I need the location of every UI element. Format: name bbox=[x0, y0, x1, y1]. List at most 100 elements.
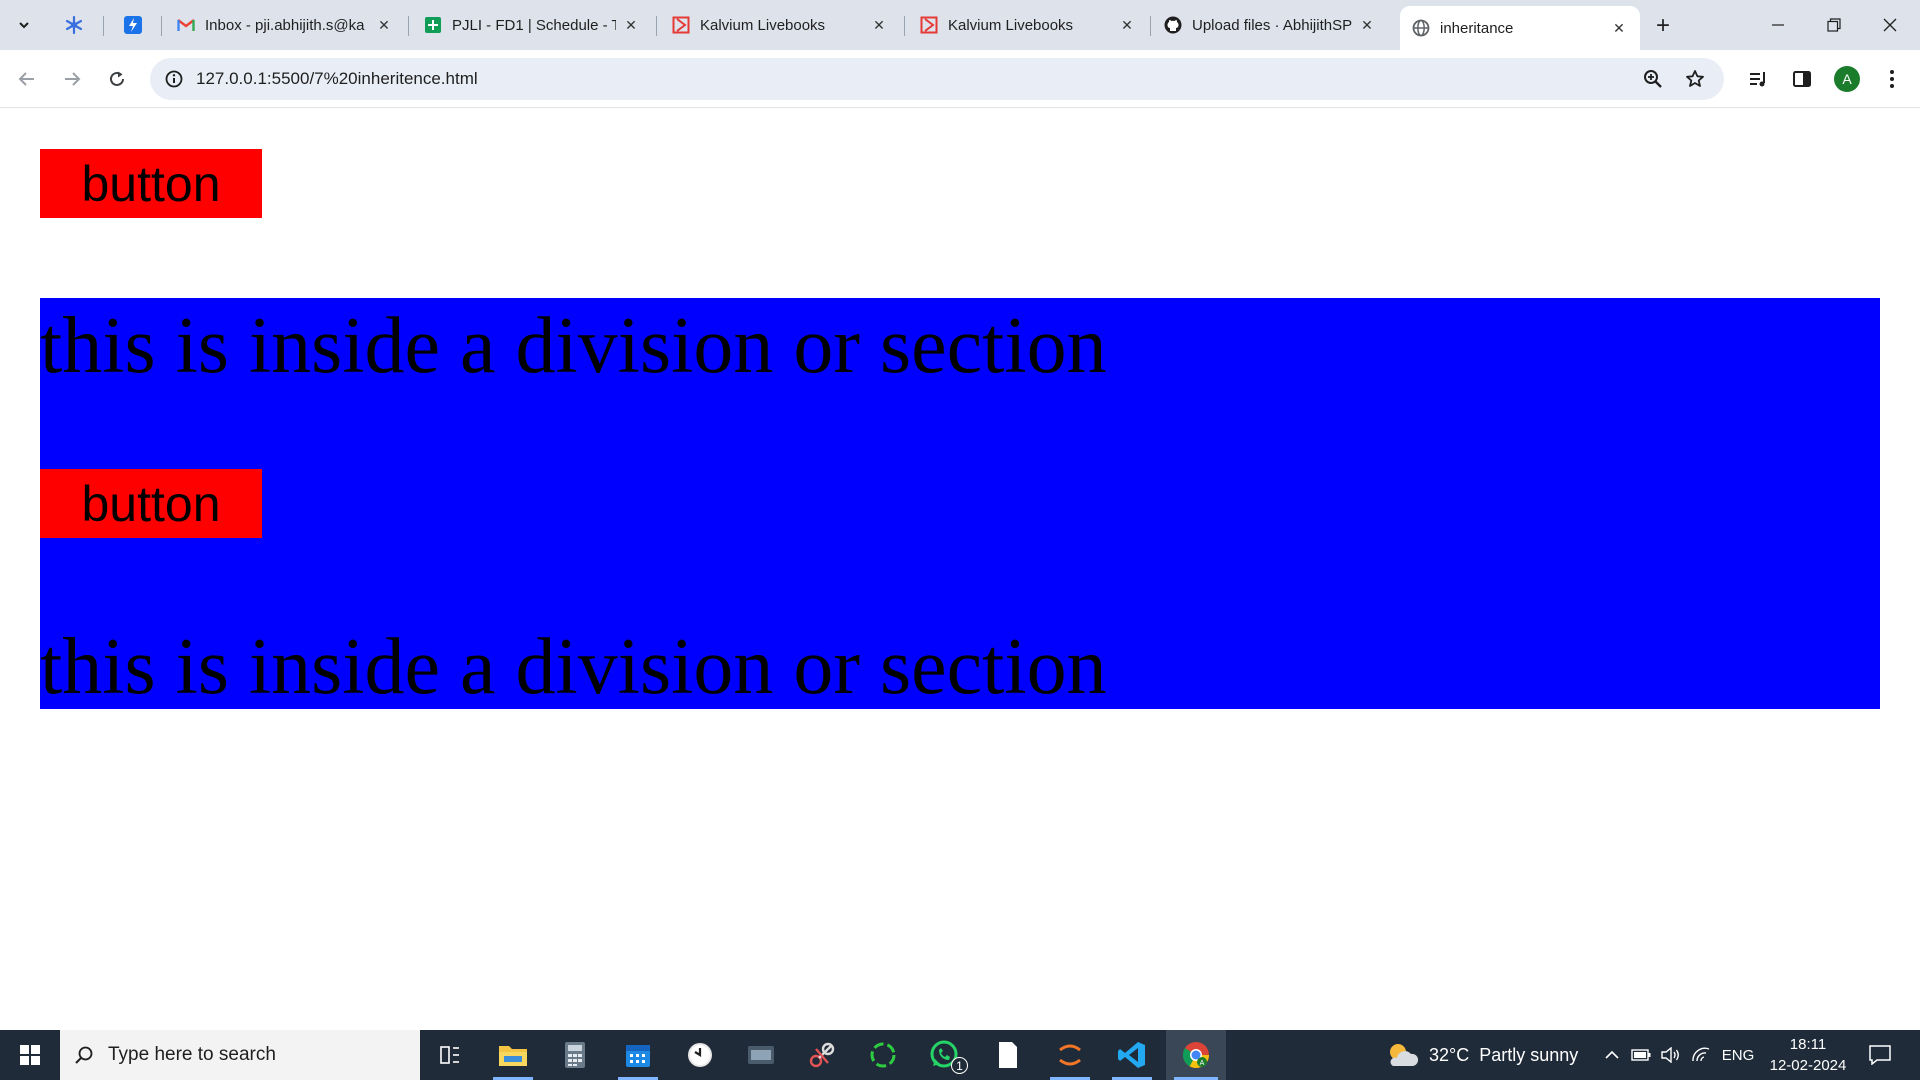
more-vert-icon bbox=[1890, 70, 1894, 88]
side-panel-icon bbox=[1793, 71, 1811, 87]
calendar-icon bbox=[626, 1045, 650, 1067]
start-button[interactable] bbox=[0, 1030, 60, 1080]
taskbar-clock[interactable]: 18:11 12-02-2024 bbox=[1760, 1034, 1856, 1076]
keyboard-app[interactable] bbox=[733, 1030, 789, 1080]
refresh-app[interactable] bbox=[855, 1030, 911, 1080]
jupyter-app[interactable] bbox=[1042, 1030, 1098, 1080]
pinned-tab-bolt[interactable] bbox=[117, 10, 149, 40]
weather-temp: 32°C bbox=[1429, 1044, 1470, 1065]
network-button[interactable] bbox=[1688, 1030, 1714, 1080]
gmail-icon bbox=[177, 16, 195, 34]
close-icon[interactable]: ✕ bbox=[1118, 16, 1136, 34]
taskbar-search-box[interactable]: Type here to search bbox=[60, 1030, 420, 1080]
tab-kalvium-2[interactable]: Kalvium Livebooks ✕ bbox=[908, 8, 1148, 42]
tab-search-button[interactable] bbox=[9, 10, 39, 40]
notepad-app[interactable] bbox=[980, 1030, 1036, 1080]
minimize-button[interactable] bbox=[1750, 0, 1806, 50]
address-bar[interactable]: 127.0.0.1:5500/7%20inheritence.html bbox=[150, 58, 1724, 100]
vscode-icon bbox=[1118, 1042, 1145, 1068]
tab-inheritance-active[interactable]: inheritance ✕ bbox=[1400, 6, 1640, 50]
notification-badge: 1 bbox=[951, 1057, 968, 1074]
chevron-up-icon bbox=[1605, 1050, 1619, 1059]
tab-kalvium-1[interactable]: Kalvium Livebooks ✕ bbox=[660, 8, 900, 42]
tab-title: Kalvium Livebooks bbox=[700, 16, 826, 34]
chrome-icon: A bbox=[1182, 1042, 1210, 1069]
wifi-icon bbox=[1692, 1047, 1710, 1062]
tab-gmail[interactable]: Inbox - pji.abhijith.s@ka ✕ bbox=[165, 8, 405, 42]
tab-title: Inbox - pji.abhijith.s@ka bbox=[205, 16, 365, 34]
folder-icon bbox=[499, 1046, 527, 1066]
reload-button[interactable] bbox=[101, 63, 133, 95]
volume-button[interactable] bbox=[1658, 1030, 1684, 1080]
jupyter-icon bbox=[1059, 1044, 1081, 1066]
search-placeholder: Type here to search bbox=[108, 1044, 276, 1065]
url-text[interactable]: 127.0.0.1:5500/7%20inheritence.html bbox=[196, 69, 478, 89]
back-button[interactable] bbox=[11, 63, 43, 95]
snowflake-icon bbox=[65, 15, 83, 35]
close-icon[interactable]: ✕ bbox=[1358, 16, 1376, 34]
show-hidden-icons-button[interactable] bbox=[1600, 1030, 1624, 1080]
notifications-button[interactable] bbox=[1862, 1030, 1898, 1080]
arrow-right-icon bbox=[65, 72, 81, 86]
notification-icon bbox=[1869, 1045, 1891, 1065]
media-controls-button[interactable] bbox=[1742, 63, 1774, 95]
tab-title: Kalvium Livebooks bbox=[948, 16, 1074, 34]
bookmark-star-icon[interactable] bbox=[1682, 66, 1708, 92]
task-view-button[interactable] bbox=[422, 1030, 478, 1080]
battery-button[interactable] bbox=[1628, 1030, 1654, 1080]
close-icon[interactable]: ✕ bbox=[375, 16, 393, 34]
section-paragraph-1: this is inside a division or section bbox=[40, 302, 1107, 390]
tab-strip: Inbox - pji.abhijith.s@ka ✕ PJLI - FD1 |… bbox=[0, 0, 1920, 50]
site-info-icon[interactable] bbox=[162, 67, 186, 91]
scissors-icon bbox=[809, 1042, 835, 1068]
github-icon bbox=[1164, 16, 1182, 34]
restore-button[interactable] bbox=[1806, 0, 1862, 50]
calculator-app[interactable] bbox=[547, 1030, 603, 1080]
section-paragraph-2: this is inside a division or section bbox=[40, 623, 1107, 711]
tab-sheets[interactable]: PJLI - FD1 | Schedule - T ✕ bbox=[412, 8, 652, 42]
file-explorer-app[interactable] bbox=[485, 1030, 541, 1080]
new-tab-button[interactable]: + bbox=[1648, 11, 1678, 41]
minimize-icon bbox=[1772, 24, 1784, 26]
close-icon[interactable]: ✕ bbox=[622, 16, 640, 34]
arrow-left-icon bbox=[18, 72, 34, 86]
weather-widget[interactable]: 32°C Partly sunny bbox=[1385, 1030, 1578, 1080]
tab-title: inheritance bbox=[1440, 19, 1514, 37]
section-button[interactable]: button bbox=[40, 469, 262, 538]
svg-text:A: A bbox=[1200, 1060, 1205, 1067]
calendar-app[interactable] bbox=[610, 1030, 666, 1080]
zoom-icon[interactable] bbox=[1640, 66, 1666, 92]
clock-time: 18:11 bbox=[1789, 1036, 1827, 1053]
reload-icon bbox=[110, 71, 124, 86]
document-icon bbox=[999, 1042, 1017, 1068]
tab-github[interactable]: Upload files · AbhijithSP ✕ bbox=[1152, 8, 1388, 42]
section-division: this is inside a division or section but… bbox=[40, 298, 1880, 709]
close-icon[interactable]: ✕ bbox=[870, 16, 888, 34]
close-icon[interactable]: ✕ bbox=[1610, 19, 1628, 37]
partly-sunny-icon bbox=[1390, 1044, 1419, 1066]
snipping-tool-app[interactable] bbox=[794, 1030, 850, 1080]
language-indicator[interactable]: ENG bbox=[1718, 1030, 1758, 1080]
page-viewport: button this is inside a division or sect… bbox=[0, 109, 1920, 1030]
battery-icon bbox=[1631, 1049, 1651, 1061]
whatsapp-app[interactable]: 1 bbox=[917, 1030, 973, 1080]
plus-icon: + bbox=[1655, 12, 1670, 39]
taskbar: Type here to search 1 A 32°C Partly sunn… bbox=[0, 1030, 1920, 1080]
chrome-app[interactable]: A bbox=[1166, 1030, 1226, 1080]
globe-icon bbox=[1412, 19, 1430, 37]
kalvium-icon bbox=[672, 16, 690, 34]
clock-app[interactable] bbox=[672, 1030, 728, 1080]
profile-avatar[interactable]: A bbox=[1834, 66, 1860, 92]
menu-button[interactable] bbox=[1876, 63, 1908, 95]
side-panel-button[interactable] bbox=[1786, 63, 1818, 95]
forward-button[interactable] bbox=[56, 63, 88, 95]
windows-logo-icon bbox=[20, 1045, 40, 1065]
pinned-tab-extension[interactable] bbox=[58, 10, 90, 40]
top-button[interactable]: button bbox=[40, 149, 262, 218]
kalvium-icon bbox=[920, 16, 938, 34]
clock-date: 12-02-2024 bbox=[1769, 1057, 1847, 1074]
close-window-button[interactable] bbox=[1862, 0, 1918, 50]
vscode-app[interactable] bbox=[1104, 1030, 1160, 1080]
speaker-icon bbox=[1661, 1047, 1679, 1063]
search-icon bbox=[75, 1046, 93, 1064]
